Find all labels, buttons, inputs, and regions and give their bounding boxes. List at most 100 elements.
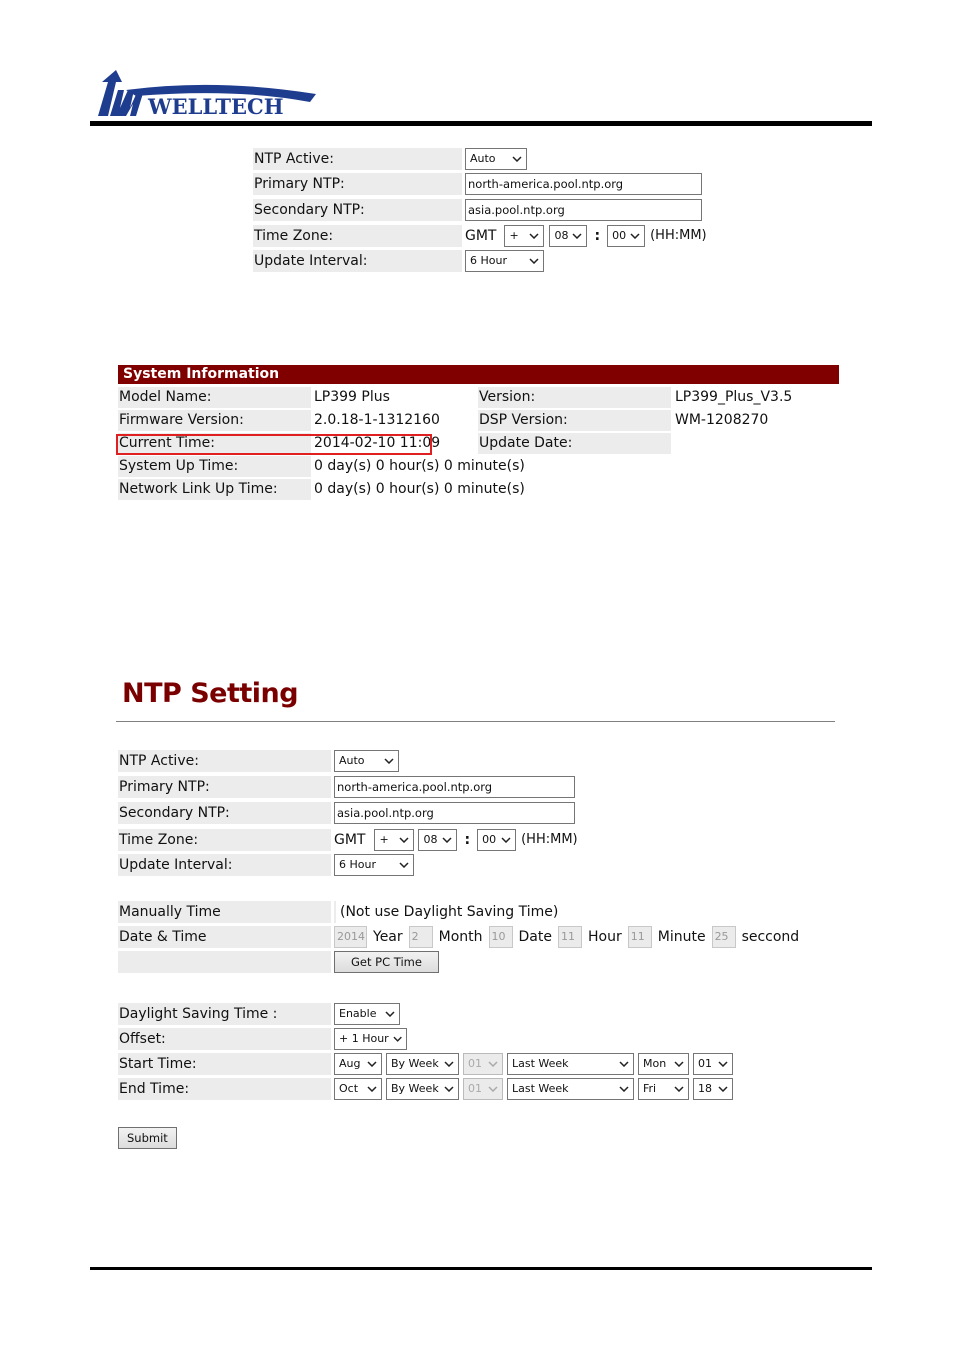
chevron-down-icon — [385, 1011, 395, 1017]
daylight-saving-select[interactable]: Enable — [334, 1003, 400, 1025]
end-month-select[interactable]: Oct — [334, 1078, 382, 1100]
tz-hours-value: 08 — [554, 229, 569, 242]
tz-hours-select[interactable]: 08 — [549, 225, 588, 247]
update-interval-value: 6 Hour — [470, 254, 507, 267]
chevron-down-icon — [529, 258, 539, 264]
tz-sign-select[interactable]: + — [504, 225, 545, 247]
offset-value: + 1 Hour — [339, 1032, 389, 1045]
second-input[interactable]: 25 — [711, 926, 736, 948]
ntp-active-select[interactable]: Auto — [465, 148, 527, 170]
ntp-active-value: Auto — [339, 754, 365, 767]
manual-time-note: (Not use Daylight Saving Time) — [340, 904, 559, 920]
tz-sign-select[interactable]: + — [374, 829, 415, 851]
submit-button[interactable]: Submit — [118, 1127, 177, 1149]
get-pc-time-button[interactable]: Get PC Time — [334, 951, 439, 973]
gmt-label: GMT — [334, 832, 366, 848]
start-weekday-value: Mon — [643, 1057, 667, 1070]
chevron-down-icon — [367, 1061, 377, 1067]
ntp-active-select[interactable]: Auto — [334, 750, 399, 772]
secondary-ntp-input[interactable]: asia.pool.ntp.org — [334, 802, 575, 824]
start-month-value: Aug — [339, 1057, 361, 1070]
network-link-up-time-label: Network Link Up Time: — [118, 479, 311, 500]
tz-separator: : — [594, 228, 601, 244]
row-spacer — [334, 901, 336, 923]
start-month-select[interactable]: Aug — [334, 1053, 382, 1075]
end-weekday-select[interactable]: Fri — [638, 1078, 689, 1100]
update-interval-select[interactable]: 6 Hour — [465, 250, 544, 272]
start-mode-select[interactable]: By Week — [386, 1053, 459, 1075]
minute-input[interactable]: 11 — [627, 926, 652, 948]
hour-input[interactable]: 11 — [558, 926, 582, 948]
start-mode-value: By Week — [391, 1057, 439, 1070]
tz-minutes-select[interactable]: 00 — [477, 829, 517, 851]
version-label: Version: — [478, 387, 671, 408]
chevron-down-icon — [393, 1036, 402, 1042]
start-time-label: Start Time: — [118, 1053, 331, 1075]
tz-hours-select[interactable]: 08 — [418, 829, 458, 851]
tz-sign-value: + — [509, 229, 519, 242]
tz-format-hint: (HH:MM) — [521, 832, 578, 847]
chevron-down-icon — [619, 1086, 629, 1092]
chevron-down-icon — [488, 1061, 498, 1067]
update-interval-value: 6 Hour — [339, 858, 376, 871]
offset-select[interactable]: + 1 Hour — [334, 1028, 407, 1050]
secondary-ntp-input[interactable]: asia.pool.ntp.org — [465, 199, 702, 221]
end-week-select[interactable]: Last Week — [507, 1078, 634, 1100]
firmware-version-value: 2.0.18-1-1312160 — [314, 412, 440, 428]
end-day-select[interactable]: 01 — [463, 1078, 503, 1100]
minute-unit: Minute — [657, 929, 706, 945]
get-pc-time-row-label — [118, 951, 331, 973]
chevron-down-icon — [674, 1061, 684, 1067]
primary-ntp-input[interactable]: north-america.pool.ntp.org — [334, 776, 575, 798]
primary-ntp-input[interactable]: north-america.pool.ntp.org — [465, 173, 702, 195]
start-hour-value: 01 — [698, 1057, 712, 1070]
chevron-down-icon — [384, 758, 394, 764]
header-rule — [90, 121, 872, 126]
chevron-down-icon — [442, 837, 453, 843]
logo-text: WELLTECH — [147, 94, 284, 119]
date-input[interactable]: 10 — [488, 926, 513, 948]
start-week-select[interactable]: Last Week — [507, 1053, 634, 1075]
network-link-up-time-value: 0 day(s) 0 hour(s) 0 minute(s) — [314, 481, 525, 497]
tz-format-hint: (HH:MM) — [650, 228, 707, 243]
offset-label: Offset: — [118, 1028, 331, 1050]
secondary-ntp-label: Secondary NTP: — [253, 199, 462, 221]
gmt-label: GMT — [465, 228, 497, 244]
end-mode-value: By Week — [391, 1082, 439, 1095]
chevron-down-icon — [630, 233, 640, 239]
month-input[interactable]: 2 — [408, 926, 433, 948]
chevron-down-icon — [399, 837, 410, 843]
year-input[interactable]: 2014 — [334, 926, 367, 948]
chevron-down-icon — [512, 156, 522, 162]
system-information-header: System Information — [118, 365, 839, 384]
date-unit: Date — [518, 929, 552, 945]
end-mode-select[interactable]: By Week — [386, 1078, 459, 1100]
year-unit: Year — [373, 929, 403, 945]
date-time-label: Date & Time — [118, 926, 331, 948]
model-name-value: LP399 Plus — [314, 389, 390, 405]
current-time-highlight — [116, 434, 432, 455]
chevron-down-icon — [529, 233, 540, 239]
chevron-down-icon — [619, 1061, 629, 1067]
title-divider — [116, 721, 835, 722]
chevron-down-icon — [399, 862, 409, 868]
chevron-down-icon — [718, 1061, 728, 1067]
chevron-down-icon — [444, 1061, 454, 1067]
end-month-value: Oct — [339, 1082, 359, 1095]
hour-unit: Hour — [588, 929, 622, 945]
system-up-time-value: 0 day(s) 0 hour(s) 0 minute(s) — [314, 458, 525, 474]
ntp-active-label: NTP Active: — [118, 750, 331, 772]
tz-sign-value: + — [379, 833, 389, 846]
end-hour-select[interactable]: 18 — [693, 1078, 733, 1100]
end-weekday-value: Fri — [643, 1082, 657, 1095]
time-zone-label: Time Zone: — [253, 225, 462, 247]
start-weekday-select[interactable]: Mon — [638, 1053, 689, 1075]
update-interval-select[interactable]: 6 Hour — [334, 854, 414, 876]
second-unit: seccond — [741, 929, 800, 945]
update-interval-label: Update Interval: — [118, 854, 331, 876]
tz-minutes-select[interactable]: 00 — [607, 225, 646, 247]
tz-minutes-value: 00 — [482, 833, 497, 846]
version-value: LP399_Plus_V3.5 — [675, 389, 793, 405]
start-day-select[interactable]: 01 — [463, 1053, 503, 1075]
start-hour-select[interactable]: 01 — [693, 1053, 733, 1075]
